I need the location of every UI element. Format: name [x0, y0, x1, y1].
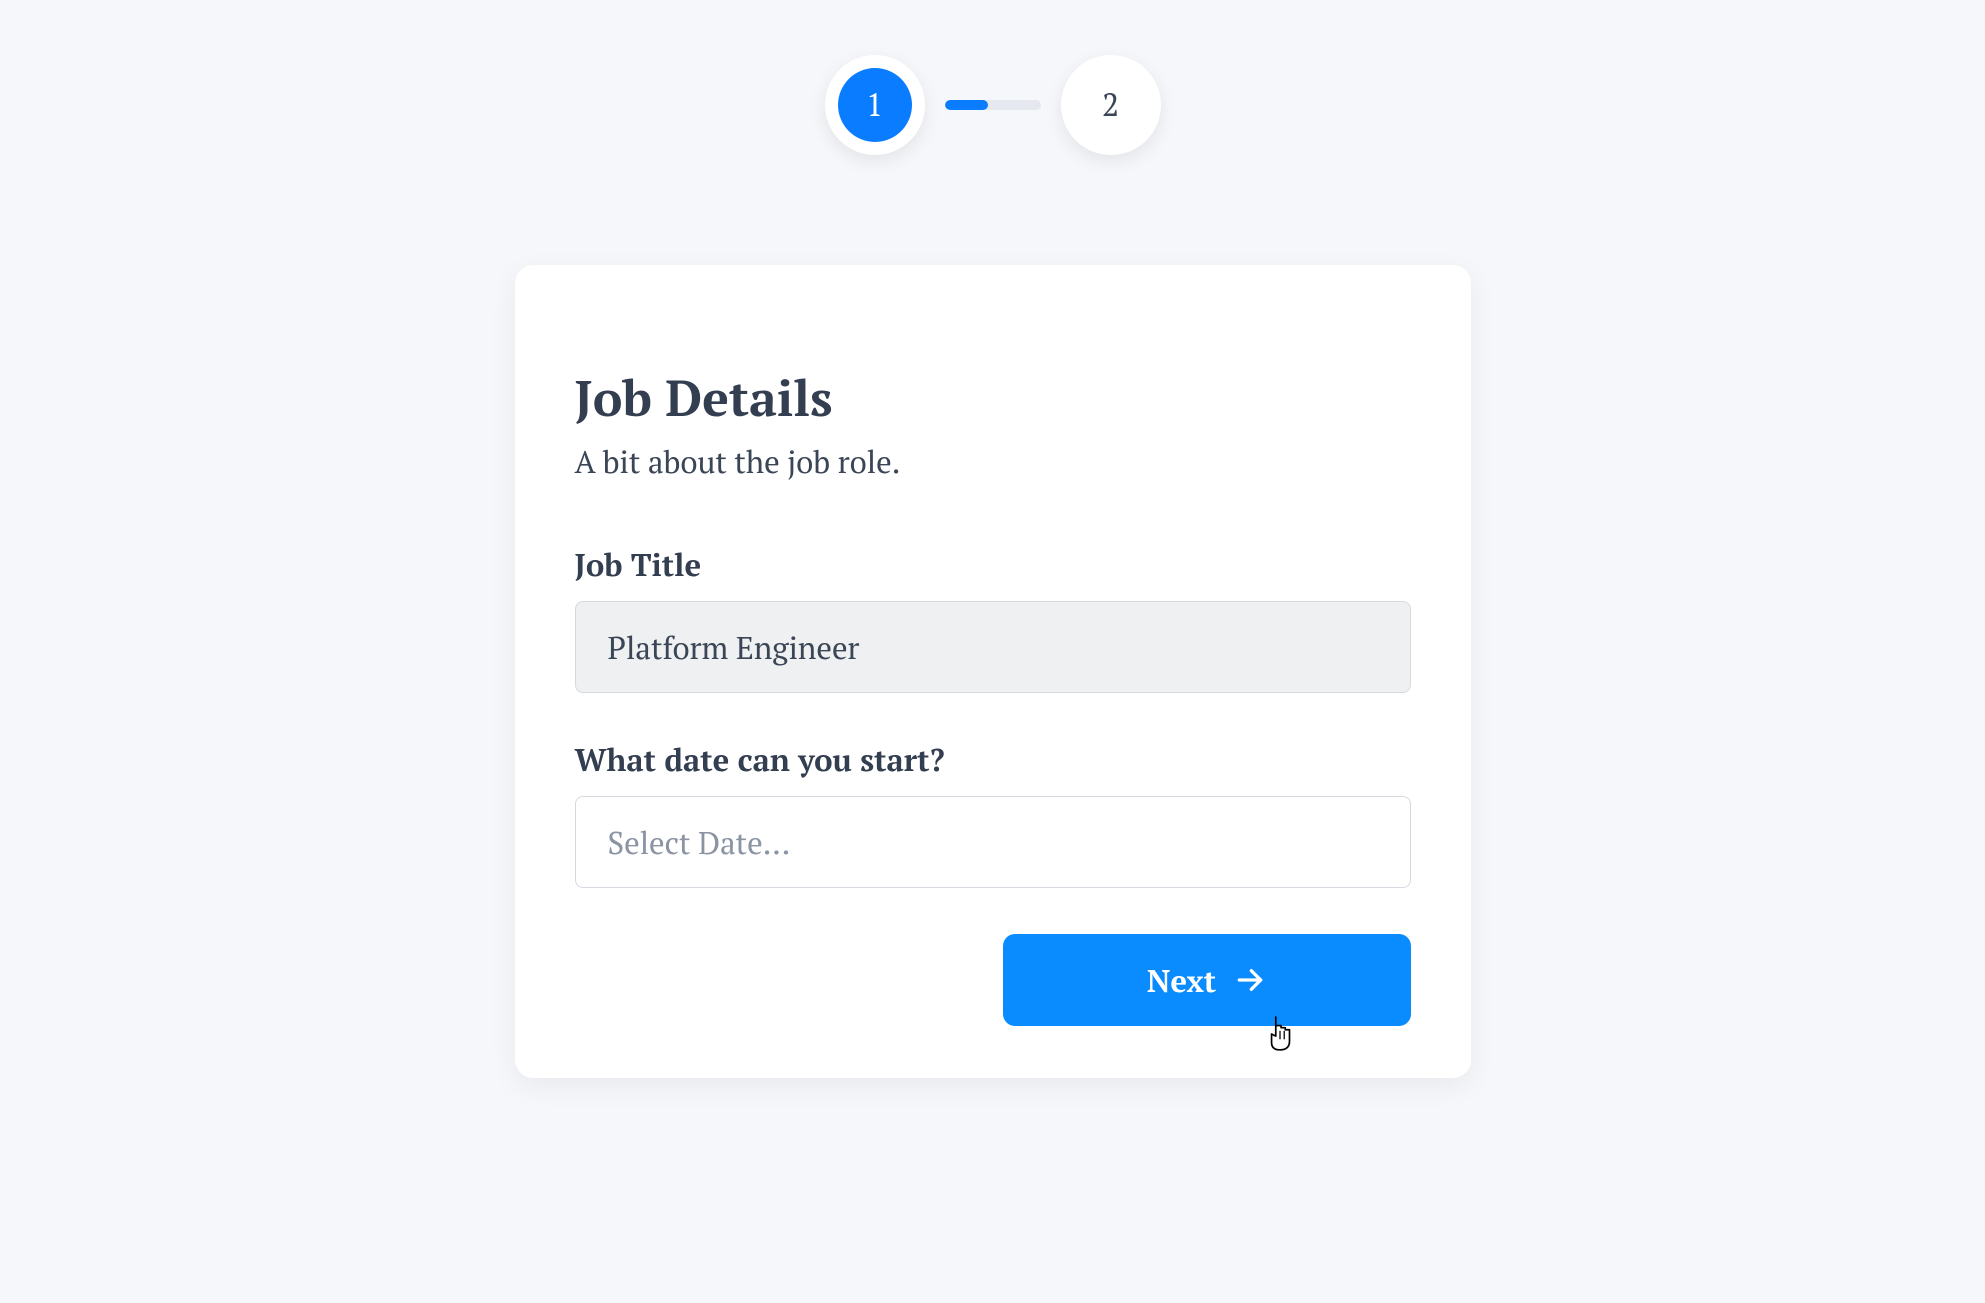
button-row: Next	[575, 934, 1411, 1026]
next-button-label: Next	[1147, 960, 1216, 1001]
next-button[interactable]: Next	[1003, 934, 1411, 1026]
stepper-connector	[945, 100, 1041, 110]
job-title-input[interactable]	[575, 601, 1411, 693]
start-date-group: What date can you start?	[575, 739, 1411, 888]
form-card: Job Details A bit about the job role. Jo…	[515, 265, 1471, 1078]
start-date-label: What date can you start?	[575, 739, 1411, 780]
arrow-right-icon	[1234, 964, 1266, 996]
card-subtitle: A bit about the job role.	[575, 441, 1411, 482]
card-title: Job Details	[575, 365, 1411, 431]
job-title-group: Job Title	[575, 544, 1411, 693]
page-container: 1 2 Job Details A bit about the job role…	[0, 0, 1985, 1078]
start-date-input[interactable]	[575, 796, 1411, 888]
step-1-number: 1	[838, 68, 912, 142]
stepper-connector-fill	[945, 100, 988, 110]
step-1[interactable]: 1	[825, 55, 925, 155]
stepper: 1 2	[825, 55, 1161, 155]
job-title-label: Job Title	[575, 544, 1411, 585]
step-2[interactable]: 2	[1061, 55, 1161, 155]
step-2-number: 2	[1074, 68, 1148, 142]
